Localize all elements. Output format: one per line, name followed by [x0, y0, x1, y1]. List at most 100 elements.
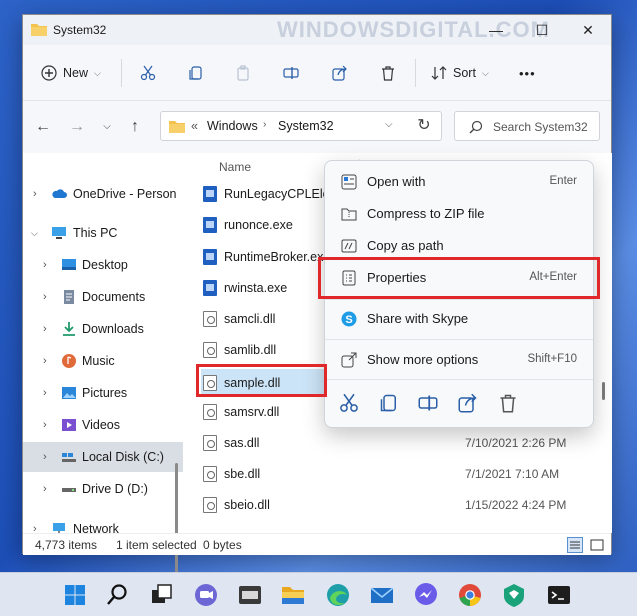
teams-chat-icon[interactable]: [192, 581, 220, 609]
chevron-right-icon[interactable]: ›: [43, 355, 47, 367]
breadcrumb-windows[interactable]: Windows: [207, 119, 258, 133]
cut-icon[interactable]: [339, 393, 359, 413]
search-input[interactable]: Search System32: [493, 120, 588, 134]
sidebar-item-local-disk-c[interactable]: › Local Disk (C:): [23, 442, 183, 472]
chevron-right-icon[interactable]: ›: [43, 291, 47, 303]
search-box[interactable]: Search System32: [454, 111, 600, 141]
open-with-icon: [341, 174, 357, 190]
column-header-name[interactable]: Name: [219, 160, 251, 174]
terminal-icon[interactable]: [545, 581, 573, 609]
sidebar-item-label: Drive D (D:): [82, 482, 148, 496]
sidebar-item-downloads[interactable]: › Downloads: [23, 314, 183, 344]
menu-item-compress-zip[interactable]: Compress to ZIP file: [331, 199, 587, 229]
details-view-icon[interactable]: [567, 537, 583, 553]
chevron-down-icon[interactable]: ⌵: [385, 119, 393, 130]
maximize-button[interactable]: ☐: [519, 15, 565, 45]
toolbar-divider: [121, 59, 122, 87]
list-item[interactable]: runonce.exe: [203, 214, 293, 236]
cut-button[interactable]: [140, 61, 156, 85]
dll-file-icon: [203, 497, 217, 513]
copy-button[interactable]: [188, 61, 204, 85]
forward-arrow-icon[interactable]: →: [67, 117, 87, 137]
copy-icon: [189, 66, 202, 80]
rename-button[interactable]: [283, 61, 299, 85]
widgets-icon[interactable]: [236, 581, 264, 609]
sidebar-item-documents[interactable]: › Documents: [23, 282, 183, 312]
rename-icon[interactable]: [418, 393, 438, 413]
list-item[interactable]: sbeio.dll 1/15/2022 4:24 PM: [203, 494, 566, 516]
list-item[interactable]: RuntimeBroker.exe: [203, 246, 330, 268]
minimize-button[interactable]: —: [473, 15, 519, 45]
context-menu-scrollbar[interactable]: [602, 382, 605, 400]
large-icons-view-icon[interactable]: [589, 537, 605, 553]
menu-divider: [325, 299, 593, 300]
sidebar-item-videos[interactable]: › Videos: [23, 410, 183, 440]
command-bar: New ⌵ Sort ⌵ •••: [23, 45, 611, 101]
menu-item-show-more-options[interactable]: Show more options Shift+F10: [331, 345, 587, 375]
dll-file-icon: [203, 435, 217, 451]
folder-icon: [31, 24, 47, 36]
sidebar-item-music[interactable]: › Music: [23, 346, 183, 376]
overflow-breadcrumb[interactable]: «: [191, 119, 198, 133]
up-arrow-icon[interactable]: ↑: [125, 117, 145, 137]
delete-icon[interactable]: [498, 393, 518, 413]
chevron-right-icon[interactable]: ›: [43, 323, 47, 335]
list-item[interactable]: rwinsta.exe: [203, 277, 287, 299]
sidebar-item-onedrive[interactable]: › OneDrive - Person: [23, 179, 183, 209]
mail-icon[interactable]: [368, 581, 396, 609]
chevron-right-icon[interactable]: ›: [43, 387, 47, 399]
list-item[interactable]: samlib.dll: [203, 339, 276, 361]
messenger-icon[interactable]: [412, 581, 440, 609]
address-bar[interactable]: « Windows › System32 ⌵: [160, 111, 442, 141]
search-icon[interactable]: [104, 581, 132, 609]
breadcrumb-system32[interactable]: System32: [278, 119, 334, 133]
menu-item-open-with[interactable]: Open with Enter: [331, 167, 587, 197]
list-item[interactable]: RunLegacyCPLElev: [203, 183, 336, 205]
computer-icon: [52, 227, 66, 239]
chevron-right-icon[interactable]: ›: [43, 419, 47, 431]
security-icon[interactable]: [500, 581, 528, 609]
start-icon[interactable]: [61, 581, 89, 609]
recent-locations-icon[interactable]: ⌵: [97, 117, 117, 137]
task-view-icon[interactable]: [148, 581, 176, 609]
menu-item-shortcut: Shift+F10: [527, 353, 577, 365]
paste-button[interactable]: [235, 61, 251, 85]
chevron-down-icon[interactable]: ⌵: [31, 228, 38, 239]
new-button[interactable]: New ⌵: [41, 61, 101, 85]
edge-icon[interactable]: [324, 581, 352, 609]
sidebar-item-desktop[interactable]: › Desktop: [23, 250, 183, 280]
chevron-right-icon[interactable]: ›: [33, 188, 37, 200]
list-item[interactable]: sbe.dll 7/1/2021 7:10 AM: [203, 463, 559, 485]
list-item[interactable]: sas.dll 7/10/2021 2:26 PM: [203, 432, 566, 454]
file-explorer-icon[interactable]: [279, 581, 307, 609]
delete-button[interactable]: [380, 61, 396, 85]
zip-folder-icon: [341, 208, 357, 221]
sidebar-item-this-pc[interactable]: ⌵ This PC: [23, 218, 183, 248]
sidebar-item-drive-d[interactable]: › Drive D (D:): [23, 474, 183, 504]
back-arrow-icon[interactable]: ←: [33, 117, 53, 137]
chevron-right-icon[interactable]: ›: [43, 483, 47, 495]
list-item[interactable]: samsrv.dll: [203, 401, 279, 423]
menu-item-share-skype[interactable]: S Share with Skype: [331, 304, 587, 334]
rename-icon: [283, 67, 299, 79]
refresh-icon[interactable]: ↻: [414, 116, 434, 136]
pictures-icon: [62, 387, 76, 399]
sidebar-item-pictures[interactable]: › Pictures: [23, 378, 183, 408]
cut-icon: [140, 65, 156, 81]
list-item[interactable]: samcli.dll: [203, 308, 275, 330]
chrome-icon[interactable]: [456, 581, 484, 609]
sort-button[interactable]: Sort ⌵: [431, 61, 489, 85]
chevron-right-icon[interactable]: ›: [43, 451, 47, 463]
file-name: samlib.dll: [224, 343, 277, 357]
more-options-button[interactable]: •••: [519, 61, 536, 85]
menu-item-shortcut: Enter: [549, 175, 578, 187]
chevron-right-icon[interactable]: ›: [43, 259, 47, 271]
share-icon[interactable]: [458, 393, 478, 413]
selection-info: 1 item selected: [116, 538, 197, 552]
share-button[interactable]: [332, 61, 348, 85]
menu-divider: [325, 339, 593, 340]
drive-icon: [62, 453, 76, 462]
copy-icon[interactable]: [379, 393, 399, 413]
videos-icon: [62, 419, 76, 431]
close-button[interactable]: ✕: [565, 15, 611, 45]
